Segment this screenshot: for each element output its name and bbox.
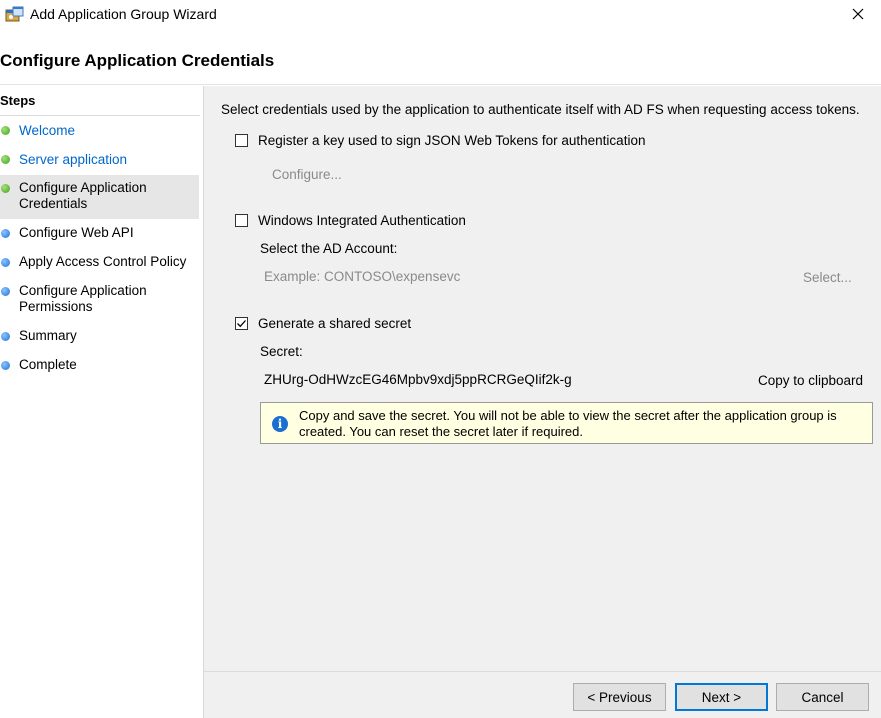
step-configure-application-permissions: Configure Application Permissions [0, 280, 199, 320]
step-server-application[interactable]: Server application [0, 149, 199, 171]
title-bar: Add Application Group Wizard [0, 0, 881, 30]
info-icon: i [272, 416, 288, 432]
step-pending-icon [1, 229, 10, 238]
checkmark-icon [237, 320, 246, 328]
window-title: Add Application Group Wizard [30, 6, 217, 22]
step-label: Summary [19, 328, 77, 343]
close-icon [852, 8, 864, 23]
step-label: Apply Access Control Policy [19, 254, 187, 269]
secret-label: Secret: [260, 344, 303, 359]
wizard-content: Select credentials used by the applicati… [204, 86, 881, 718]
app-group-icon [5, 6, 25, 24]
step-pending-icon [1, 332, 10, 341]
info-text: Copy and save the secret. You will not b… [299, 408, 837, 439]
jwt-option[interactable]: Register a key used to sign JSON Web Tok… [235, 133, 645, 148]
secret-value[interactable]: ZHUrg-OdHWzcEG46Mpbv9xdj5ppRCRGeQIif2k-g [264, 372, 572, 387]
steps-divider [0, 115, 200, 116]
secret-checkbox[interactable] [235, 317, 248, 330]
steps-panel: Steps Welcome Server application Configu… [0, 86, 203, 718]
info-message: i Copy and save the secret. You will not… [260, 402, 873, 444]
cancel-button[interactable]: Cancel [776, 683, 869, 711]
copy-to-clipboard-button[interactable]: Copy to clipboard [758, 373, 863, 388]
step-current-icon [1, 184, 10, 193]
header-divider [0, 84, 881, 85]
step-configure-application-credentials: Configure Application Credentials [0, 175, 199, 219]
wia-checkbox[interactable] [235, 214, 248, 227]
ad-account-label: Select the AD Account: [260, 241, 398, 256]
step-pending-icon [1, 361, 10, 370]
step-label: Complete [19, 357, 77, 372]
secret-option[interactable]: Generate a shared secret [235, 316, 411, 331]
step-pending-icon [1, 287, 10, 296]
step-completed-icon [1, 155, 10, 164]
step-completed-icon [1, 126, 10, 135]
next-button[interactable]: Next > [675, 683, 768, 711]
step-configure-web-api: Configure Web API [0, 223, 199, 245]
jwt-checkbox-label[interactable]: Register a key used to sign JSON Web Tok… [258, 133, 645, 148]
wia-checkbox-label[interactable]: Windows Integrated Authentication [258, 213, 466, 228]
step-complete: Complete [0, 355, 199, 377]
select-account-button[interactable]: Select... [803, 270, 852, 285]
page-title: Configure Application Credentials [0, 51, 275, 70]
step-label: Configure Application Permissions [19, 283, 147, 314]
footer-divider [204, 671, 881, 672]
step-welcome[interactable]: Welcome [0, 120, 199, 142]
step-label: Configure Application Credentials [19, 180, 147, 211]
wia-option[interactable]: Windows Integrated Authentication [235, 213, 466, 228]
step-label[interactable]: Welcome [19, 123, 75, 139]
steps-heading: Steps [0, 93, 36, 108]
ad-account-input[interactable]: Example: CONTOSO\expensevc [264, 269, 460, 284]
step-label[interactable]: Server application [19, 152, 127, 168]
configure-button[interactable]: Configure... [272, 167, 342, 182]
step-label: Configure Web API [19, 225, 134, 240]
jwt-checkbox[interactable] [235, 134, 248, 147]
instruction-text: Select credentials used by the applicati… [221, 102, 860, 117]
step-apply-access-control-policy: Apply Access Control Policy [0, 252, 199, 274]
close-button[interactable] [835, 0, 881, 30]
secret-checkbox-label[interactable]: Generate a shared secret [258, 316, 411, 331]
step-summary: Summary [0, 326, 199, 348]
previous-button[interactable]: < Previous [573, 683, 666, 711]
step-pending-icon [1, 258, 10, 267]
